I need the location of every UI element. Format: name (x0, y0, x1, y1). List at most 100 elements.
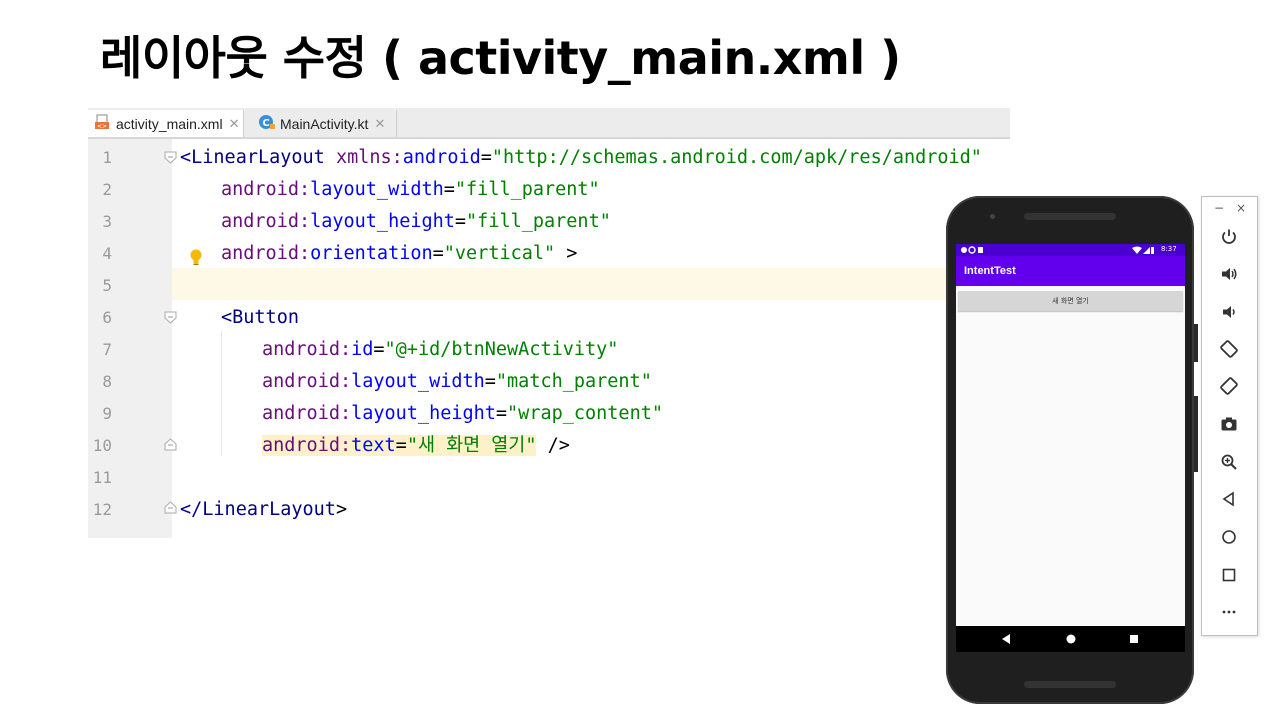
code-token: "fill_parent" (454, 179, 600, 200)
code-text: android:layout_width="fill_parent" (221, 174, 600, 206)
lightbulb-icon[interactable] (189, 248, 203, 266)
code-token: </LinearLayout (180, 499, 336, 520)
line-number: 7 (102, 340, 112, 359)
code-token: "@+id/btnNewActivity" (384, 339, 619, 360)
code-token: xmlns: (335, 147, 403, 168)
code-text: android:layout_height="wrap_content" (262, 398, 663, 430)
app-bar-title: IntentTest (956, 256, 1185, 286)
code-text: android:id="@+id/btnNewActivity" (262, 334, 618, 366)
code-text: android:layout_height="fill_parent" (221, 206, 611, 238)
code-text: <Button (221, 302, 299, 334)
code-token: = (373, 339, 385, 360)
home-icon[interactable] (1056, 626, 1086, 652)
volume-key[interactable] (1194, 396, 1198, 472)
volume-up-icon[interactable] (1216, 261, 1242, 287)
code-line[interactable]: 11 (88, 462, 1010, 494)
code-token: <LinearLayout (180, 147, 336, 168)
close-icon[interactable]: ✕ (229, 116, 240, 132)
svg-text:<>: <> (97, 123, 107, 130)
code-token: layout_width (310, 179, 444, 200)
code-token: > (335, 499, 348, 520)
line-number: 9 (102, 404, 112, 423)
line-number: 3 (102, 212, 112, 231)
line-number: 1 (102, 148, 112, 167)
close-icon[interactable]: × (1236, 201, 1246, 215)
code-text: </LinearLayout> (180, 494, 347, 526)
phone-screen[interactable]: 8:37 IntentTest 새 화면 열기 (956, 244, 1185, 652)
fold-icon[interactable] (164, 151, 177, 164)
top-speaker (1024, 213, 1116, 220)
power-icon[interactable] (1216, 224, 1242, 250)
code-token: android (402, 147, 481, 168)
code-line[interactable]: 4 android:orientation="vertical" > (88, 238, 1010, 270)
code-token: <Button (221, 307, 299, 328)
code-line[interactable]: 12 </LinearLayout> (88, 494, 1010, 526)
code-token: android: (221, 211, 311, 232)
code-token: android: (262, 371, 352, 392)
home-icon[interactable] (1216, 524, 1242, 550)
tab-mainactivity-kt[interactable]: C MainActivity.kt ✕ (252, 110, 397, 137)
overview-icon[interactable] (1216, 562, 1242, 588)
new-activity-button[interactable]: 새 화면 열기 (958, 291, 1183, 311)
line-number: 12 (92, 500, 112, 519)
code-token: = (432, 243, 444, 264)
code-token: layout_height (310, 211, 455, 232)
navigation-bar (956, 626, 1185, 652)
more-icon[interactable] (1216, 599, 1242, 625)
power-key[interactable] (1194, 324, 1198, 362)
code-token: "vertical" (443, 243, 556, 264)
rotate-left-icon[interactable] (1216, 336, 1242, 362)
tab-activity-main-xml[interactable]: <> activity_main.xml ✕ (88, 110, 244, 137)
code-token: android: (262, 339, 352, 360)
code-token: android: (221, 179, 311, 200)
camera-icon[interactable] (1216, 411, 1242, 437)
tab-label: activity_main.xml (116, 115, 223, 132)
fold-icon[interactable] (164, 311, 177, 324)
back-icon[interactable] (1216, 486, 1242, 512)
tab-label: MainActivity.kt (280, 115, 369, 132)
rotate-right-icon[interactable] (1216, 373, 1242, 399)
code-line[interactable]: 3 android:layout_height="fill_parent" (88, 206, 1010, 238)
code-token: = (395, 435, 407, 456)
status-time: 8:37 (1161, 245, 1177, 253)
line-number: 11 (92, 468, 112, 487)
signal-wifi-icon (1132, 246, 1154, 254)
unfold-icon[interactable] (164, 501, 177, 514)
code-token: = (480, 147, 492, 168)
recents-icon[interactable] (1119, 626, 1149, 652)
line-number: 2 (102, 180, 112, 199)
code-line[interactable]: 6 <Button (88, 302, 1010, 334)
slide-title: 레이아웃 수정 ( activity_main.xml ) (100, 31, 901, 85)
editor-tab-bar: <> activity_main.xml ✕ C MainActivity.kt… (88, 108, 1010, 139)
line-number: 4 (102, 244, 112, 263)
line-number: 6 (102, 308, 112, 327)
code-token: orientation (310, 243, 433, 264)
code-line[interactable]: 5 (88, 270, 1010, 302)
code-line[interactable]: 10 android:text="새 화면 열기" /> (88, 430, 1010, 462)
code-line[interactable]: 1 <LinearLayout xmlns:android="http://sch… (88, 142, 1010, 174)
close-icon[interactable]: ✕ (374, 116, 385, 132)
unfold-icon[interactable] (164, 438, 177, 451)
code-text: android:text="새 화면 열기" /> (262, 430, 570, 462)
code-token: android: (262, 435, 352, 456)
back-icon[interactable] (991, 626, 1021, 652)
code-line[interactable]: 2 android:layout_width="fill_parent" (88, 174, 1010, 206)
code-token: android: (262, 403, 352, 424)
code-line[interactable]: 8 android:layout_width="match_parent" (88, 366, 1010, 398)
svg-text:C: C (262, 118, 269, 129)
volume-down-icon[interactable] (1216, 299, 1242, 325)
code-token: = (454, 211, 467, 232)
zoom-icon[interactable] (1216, 449, 1242, 475)
code-text: android:orientation="vertical" > (221, 238, 577, 270)
code-token: layout_height (351, 403, 496, 424)
code-token: = (443, 179, 455, 200)
code-line[interactable]: 9 android:layout_height="wrap_content" (88, 398, 1010, 430)
status-bar: 8:37 (956, 244, 1185, 256)
code-token: = (484, 371, 496, 392)
code-line[interactable]: 7 android:id="@+id/btnNewActivity" (88, 334, 1010, 366)
line-number: 5 (102, 276, 112, 295)
front-camera (990, 214, 995, 219)
code-token: "wrap_content" (507, 403, 663, 424)
code-token: text (351, 435, 396, 456)
minimize-icon[interactable]: − (1214, 201, 1224, 215)
